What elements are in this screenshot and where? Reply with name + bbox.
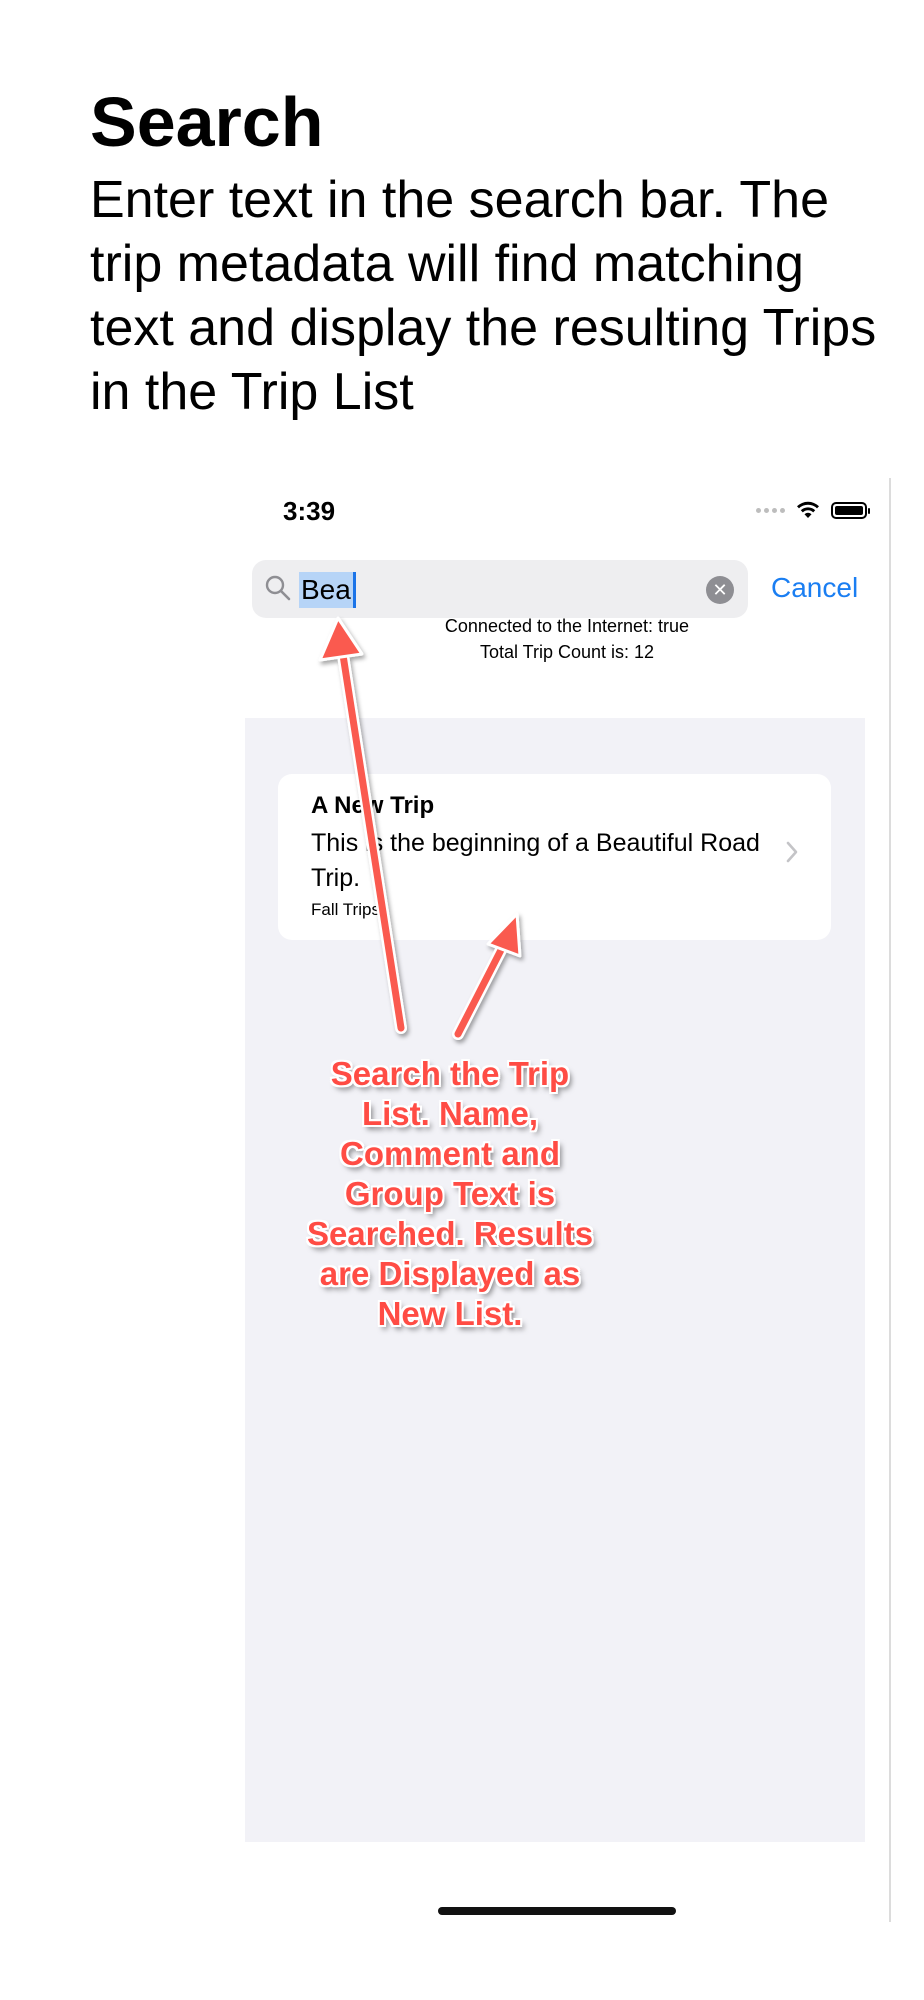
trip-comment: This is the beginning of a Beautiful Roa… bbox=[311, 829, 760, 892]
connection-status: Connected to the Internet: true bbox=[444, 616, 690, 636]
search-field[interactable]: Bea ✕ bbox=[252, 560, 748, 618]
status-icons bbox=[756, 500, 870, 520]
search-icon bbox=[265, 575, 291, 601]
trip-name: A New Trip bbox=[311, 792, 435, 819]
status-time: 3:39 bbox=[283, 496, 336, 526]
search-input[interactable]: Bea bbox=[299, 572, 356, 608]
chevron-right-icon bbox=[786, 841, 798, 863]
trip-group: Fall Trips bbox=[311, 900, 380, 919]
signal-icon bbox=[756, 507, 785, 513]
list-item[interactable]: A New Trip This is the beginning of a Be… bbox=[278, 774, 831, 940]
page-description: Enter text in the search bar. The trip m… bbox=[90, 171, 877, 421]
battery-icon bbox=[831, 501, 870, 519]
phone-edge bbox=[889, 478, 891, 1922]
clear-icon[interactable]: ✕ bbox=[706, 576, 734, 604]
wifi-icon bbox=[797, 501, 819, 518]
trip-count: Total Trip Count is: 12 bbox=[479, 642, 655, 662]
annotation-callout: Search the Trip List. Name, Comment and … bbox=[306, 1055, 594, 1332]
cancel-button[interactable]: Cancel bbox=[771, 568, 858, 608]
home-indicator[interactable] bbox=[438, 1907, 676, 1915]
page-title: Search bbox=[90, 83, 324, 161]
